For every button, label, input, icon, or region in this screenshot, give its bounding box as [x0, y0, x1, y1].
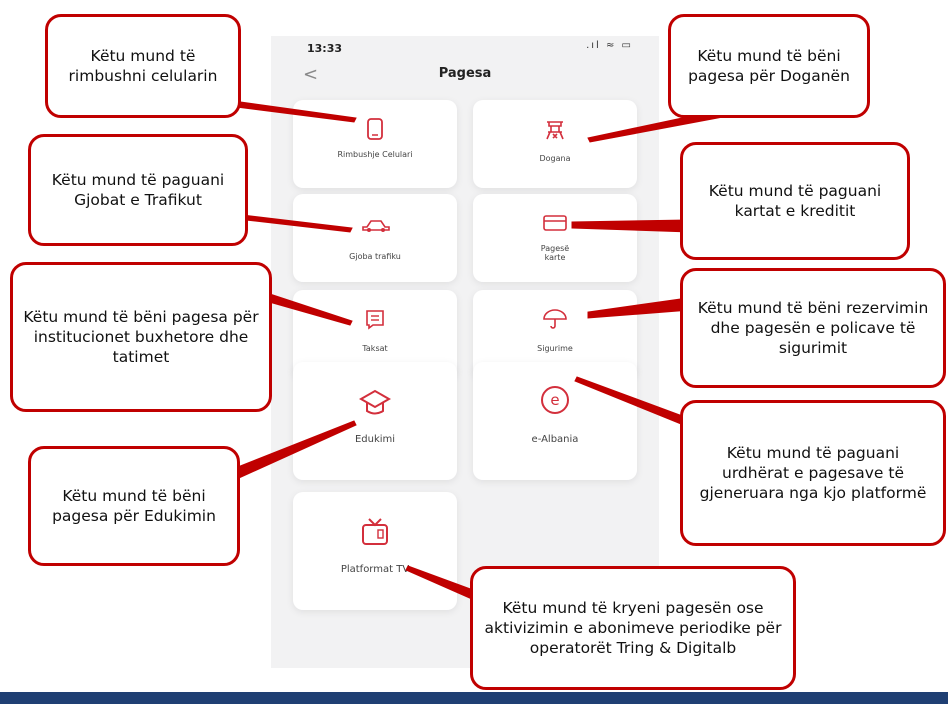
callout-dogana: Këtu mund të bëni pagesa për Doganën — [668, 14, 870, 118]
callout-e-albania: Këtu mund të paguani urdhërat e pagesave… — [680, 400, 946, 546]
callout-rimbushje: Këtu mund të rimbushni celularin — [45, 14, 241, 118]
tile-label: Pagesë karte — [540, 244, 570, 262]
e-circle-icon: e — [541, 386, 569, 414]
svg-text:e: e — [550, 391, 559, 409]
tile-pagese-karte[interactable]: Pagesë karte — [473, 194, 637, 282]
graduation-cap-icon — [358, 389, 392, 415]
tile-e-albania[interactable]: e e-Albania — [473, 362, 637, 480]
callout-gjobat: Këtu mund të paguani Gjobat e Trafikut — [28, 134, 248, 246]
callout-platformat-tv: Këtu mund të kryeni pagesën ose aktivizi… — [470, 566, 796, 690]
tile-dogana[interactable]: Dogana — [473, 100, 637, 188]
tile-label: Rimbushje Celulari — [337, 150, 413, 159]
callout-kartat: Këtu mund të paguani kartat e kreditit — [680, 142, 910, 260]
page-title: Pagesa — [438, 66, 492, 81]
tile-label: Gjoba trafiku — [349, 252, 401, 261]
tile-platformat-tv[interactable]: Platformat TV — [293, 492, 457, 610]
phone-icon — [367, 118, 383, 140]
tile-label: Edukimi — [354, 434, 396, 445]
status-icons: .ıl ≈ ▭ — [586, 40, 633, 51]
tile-edukimi[interactable]: Edukimi — [293, 362, 457, 480]
callout-sigurime: Këtu mund të bëni rezervimin dhe pagesën… — [680, 268, 946, 388]
tile-label: e-Albania — [531, 434, 579, 445]
receipt-icon — [366, 310, 384, 330]
tile-rimbushje-celulari[interactable]: Rimbushje Celulari — [293, 100, 457, 188]
tile-label: Platformat TV — [340, 564, 410, 575]
bottom-bar — [0, 692, 948, 704]
tile-label: Taksat — [362, 344, 388, 353]
card-icon — [543, 215, 567, 231]
status-time: 13:33 — [307, 42, 343, 55]
tile-gjoba-trafiku[interactable]: Gjoba trafiku — [293, 194, 457, 282]
tv-icon — [362, 518, 388, 545]
customs-icon — [546, 121, 564, 140]
tile-label: Dogana — [539, 154, 571, 163]
car-icon — [362, 220, 390, 232]
callout-taksat: Këtu mund të bëni pagesa për institucion… — [10, 262, 272, 412]
tile-label: Sigurime — [537, 344, 573, 353]
callout-edukimi: Këtu mund të bëni pagesa për Edukimin — [28, 446, 240, 566]
umbrella-icon — [543, 309, 567, 329]
